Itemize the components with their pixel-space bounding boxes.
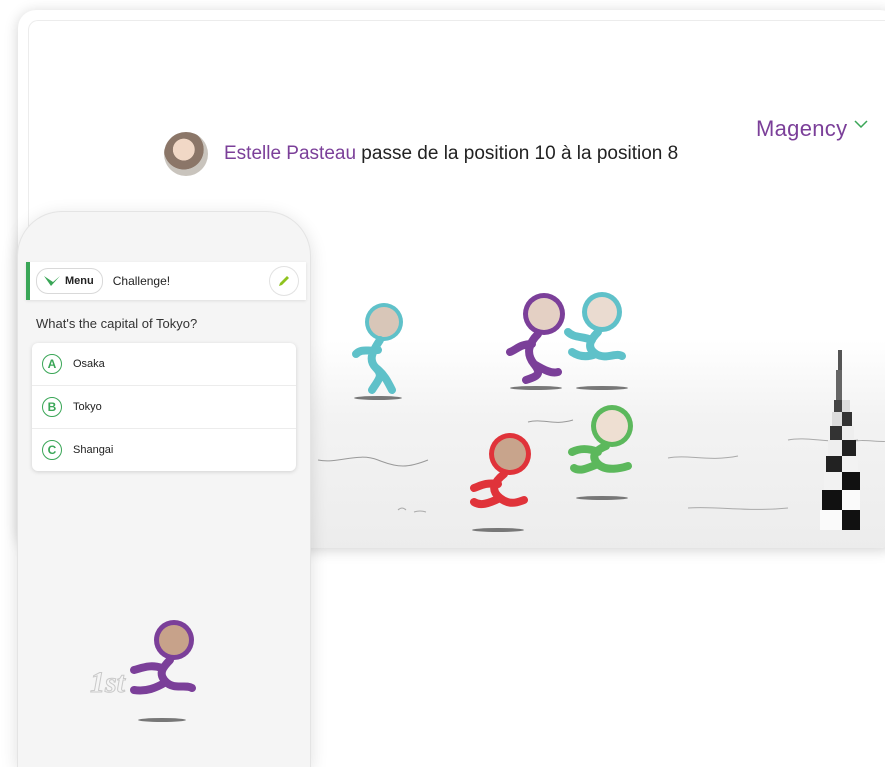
menu-button[interactable]: Menu <box>36 268 103 294</box>
banner-message: passe de la position 10 à la position 8 <box>356 143 679 164</box>
rank-label: 1st <box>89 666 126 700</box>
answer-text: Osaka <box>73 358 105 370</box>
answer-letter: B <box>42 397 62 417</box>
brand-mark-icon <box>854 116 868 134</box>
phone-mockup: Menu Challenge! What's the capital of To… <box>18 212 310 767</box>
runner-4 <box>460 432 540 537</box>
runner-5 <box>556 404 641 509</box>
edit-button[interactable] <box>270 267 298 295</box>
checkered-flag-icon <box>820 350 860 530</box>
answers-list: A Osaka B Tokyo C Shangai <box>32 343 296 471</box>
pencil-icon <box>279 276 289 286</box>
brand-logo: Magency <box>756 116 848 141</box>
answer-text: Shangai <box>73 444 114 456</box>
runner-1 <box>348 302 408 407</box>
answer-text: Tokyo <box>73 401 102 413</box>
answer-option-a[interactable]: A Osaka <box>32 343 296 386</box>
answer-option-c[interactable]: C Shangai <box>32 429 296 471</box>
menu-logo-icon <box>44 276 60 286</box>
question-text: What's the capital of Tokyo? <box>36 316 198 331</box>
answer-option-b[interactable]: B Tokyo <box>32 386 296 429</box>
menu-label: Menu <box>65 275 94 287</box>
runner-3 <box>556 292 631 397</box>
app-header: Menu Challenge! <box>26 262 306 300</box>
answer-letter: A <box>42 354 62 374</box>
position-banner: Estelle Pasteau passe de la position 10 … <box>164 132 678 176</box>
finish-line <box>820 350 860 548</box>
banner-text: Estelle Pasteau passe de la position 10 … <box>224 143 678 165</box>
player-name: Estelle Pasteau <box>224 143 357 164</box>
player-runner <box>122 618 202 733</box>
page-title: Challenge! <box>112 274 171 288</box>
answer-letter: C <box>42 440 62 460</box>
avatar <box>164 132 208 176</box>
